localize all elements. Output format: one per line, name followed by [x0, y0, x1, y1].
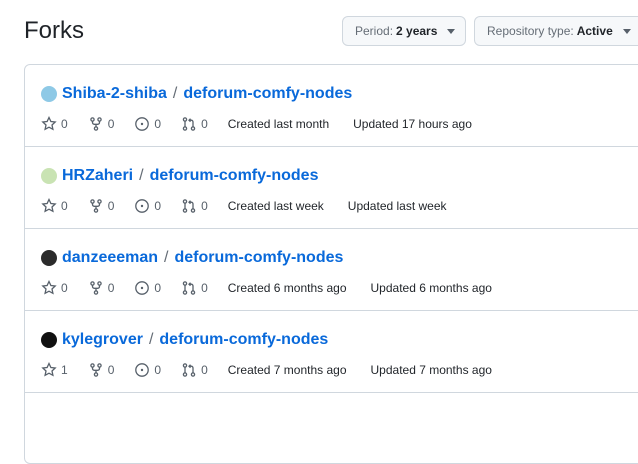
repository-type-value: Active	[576, 24, 613, 38]
star-icon	[41, 116, 57, 131]
avatar[interactable]	[41, 332, 57, 348]
path-separator: /	[172, 85, 178, 102]
fork-owner-link[interactable]: HRZaheri	[62, 167, 133, 185]
path-separator: /	[139, 167, 144, 184]
updated-date: Updated 6 months ago	[370, 281, 492, 295]
stars-count: 1	[61, 363, 68, 377]
created-date: Created 7 months ago	[227, 363, 347, 377]
forks-stat: 0	[88, 362, 115, 378]
issues-count: 0	[154, 199, 162, 213]
fork-owner-link[interactable]: kylegrover	[62, 331, 143, 349]
forks-count: 0	[107, 363, 115, 377]
fork-title: HRZaheri / deforum-comfy-nodes	[41, 167, 318, 185]
fork-title: Shiba-2-shiba / deforum-comfy-nodes	[41, 85, 352, 103]
fork-owner-link[interactable]: Shiba-2-shiba	[62, 85, 167, 103]
fork-icon	[89, 199, 102, 213]
fork-row: kylegrover / deforum-comfy-nodes 1 0 0 0…	[25, 311, 638, 393]
fork-row: HRZaheri / deforum-comfy-nodes 0 0 0 0 C…	[25, 147, 638, 229]
fork-row: danzeeeman / deforum-comfy-nodes 0 0 0 0…	[25, 229, 638, 311]
pull-request-icon	[182, 281, 196, 295]
updated-date: Updated last week	[347, 199, 447, 213]
pull-requests-count: 0	[201, 117, 208, 131]
created-date: Created last week	[227, 199, 324, 213]
pull-request-icon	[182, 363, 196, 377]
repository-type-filter-button[interactable]: Repository type: Active	[474, 16, 638, 46]
period-label: Period:	[355, 24, 394, 38]
pull-request-icon	[182, 117, 196, 131]
forks-stat: 0	[88, 280, 115, 296]
fork-repo-link[interactable]: deforum-comfy-nodes	[183, 85, 352, 103]
issues-count: 0	[154, 117, 162, 131]
fork-stats: 0 0 0 0 Created last month Updated 17 ho…	[41, 116, 496, 132]
fork-icon	[89, 281, 102, 295]
avatar[interactable]	[41, 250, 57, 266]
issues-stat: 0	[134, 362, 161, 378]
issues-count: 0	[154, 281, 162, 295]
created-date: Created 6 months ago	[227, 281, 347, 295]
stars-stat: 0	[41, 198, 68, 214]
avatar[interactable]	[41, 86, 57, 102]
issues-stat: 0	[134, 198, 161, 214]
star-icon	[41, 280, 57, 295]
created-date: Created last month	[227, 117, 330, 131]
path-separator: /	[148, 331, 154, 348]
fork-stats: 1 0 0 0 Created 7 months ago Updated 7 m…	[41, 362, 516, 378]
pull-requests-stat: 0	[181, 280, 208, 296]
forks-list: Shiba-2-shiba / deforum-comfy-nodes 0 0 …	[24, 64, 638, 464]
fork-repo-link[interactable]: deforum-comfy-nodes	[175, 249, 344, 267]
stars-count: 0	[61, 117, 68, 131]
forks-count: 0	[107, 199, 115, 213]
avatar[interactable]	[41, 168, 57, 184]
updated-date: Updated 17 hours ago	[353, 117, 472, 131]
stars-stat: 0	[41, 280, 68, 296]
forks-stat: 0	[88, 198, 115, 214]
pull-requests-stat: 0	[181, 116, 208, 132]
issues-stat: 0	[134, 280, 161, 296]
stars-count: 0	[61, 199, 68, 213]
fork-stats: 0 0 0 0 Created 6 months ago Updated 6 m…	[41, 280, 516, 296]
stars-count: 0	[61, 281, 68, 295]
stars-stat: 0	[41, 116, 68, 132]
issues-count: 0	[154, 363, 162, 377]
pull-request-icon	[182, 199, 196, 213]
forks-count: 0	[107, 281, 115, 295]
fork-title: danzeeeman / deforum-comfy-nodes	[41, 249, 343, 267]
chevron-down-icon	[622, 28, 631, 34]
updated-date: Updated 7 months ago	[370, 363, 492, 377]
page-title: Forks	[24, 17, 84, 44]
fork-icon	[89, 117, 102, 131]
fork-title: kylegrover / deforum-comfy-nodes	[41, 331, 328, 349]
pull-requests-count: 0	[201, 281, 208, 295]
path-separator: /	[164, 249, 169, 266]
issue-icon	[135, 117, 150, 131]
issues-stat: 0	[134, 116, 161, 132]
fork-row: Shiba-2-shiba / deforum-comfy-nodes 0 0 …	[25, 65, 638, 147]
stars-stat: 1	[41, 362, 68, 378]
pull-requests-count: 0	[201, 363, 208, 377]
star-icon	[41, 362, 57, 377]
repository-type-label: Repository type:	[487, 24, 574, 38]
fork-owner-link[interactable]: danzeeeman	[62, 249, 158, 267]
star-icon	[41, 198, 57, 213]
issue-icon	[135, 199, 150, 213]
forks-count: 0	[107, 117, 115, 131]
chevron-down-icon	[447, 28, 456, 34]
pull-requests-count: 0	[201, 199, 208, 213]
fork-repo-link[interactable]: deforum-comfy-nodes	[159, 331, 328, 349]
period-value: 2 years	[396, 24, 438, 38]
fork-icon	[89, 363, 102, 377]
pull-requests-stat: 0	[181, 362, 208, 378]
issue-icon	[135, 363, 150, 377]
forks-stat: 0	[88, 116, 115, 132]
fork-repo-link[interactable]: deforum-comfy-nodes	[150, 167, 319, 185]
pull-requests-stat: 0	[181, 198, 208, 214]
issue-icon	[135, 281, 150, 295]
period-filter-button[interactable]: Period: 2 years	[342, 16, 466, 46]
fork-stats: 0 0 0 0 Created last week Updated last w…	[41, 198, 471, 214]
